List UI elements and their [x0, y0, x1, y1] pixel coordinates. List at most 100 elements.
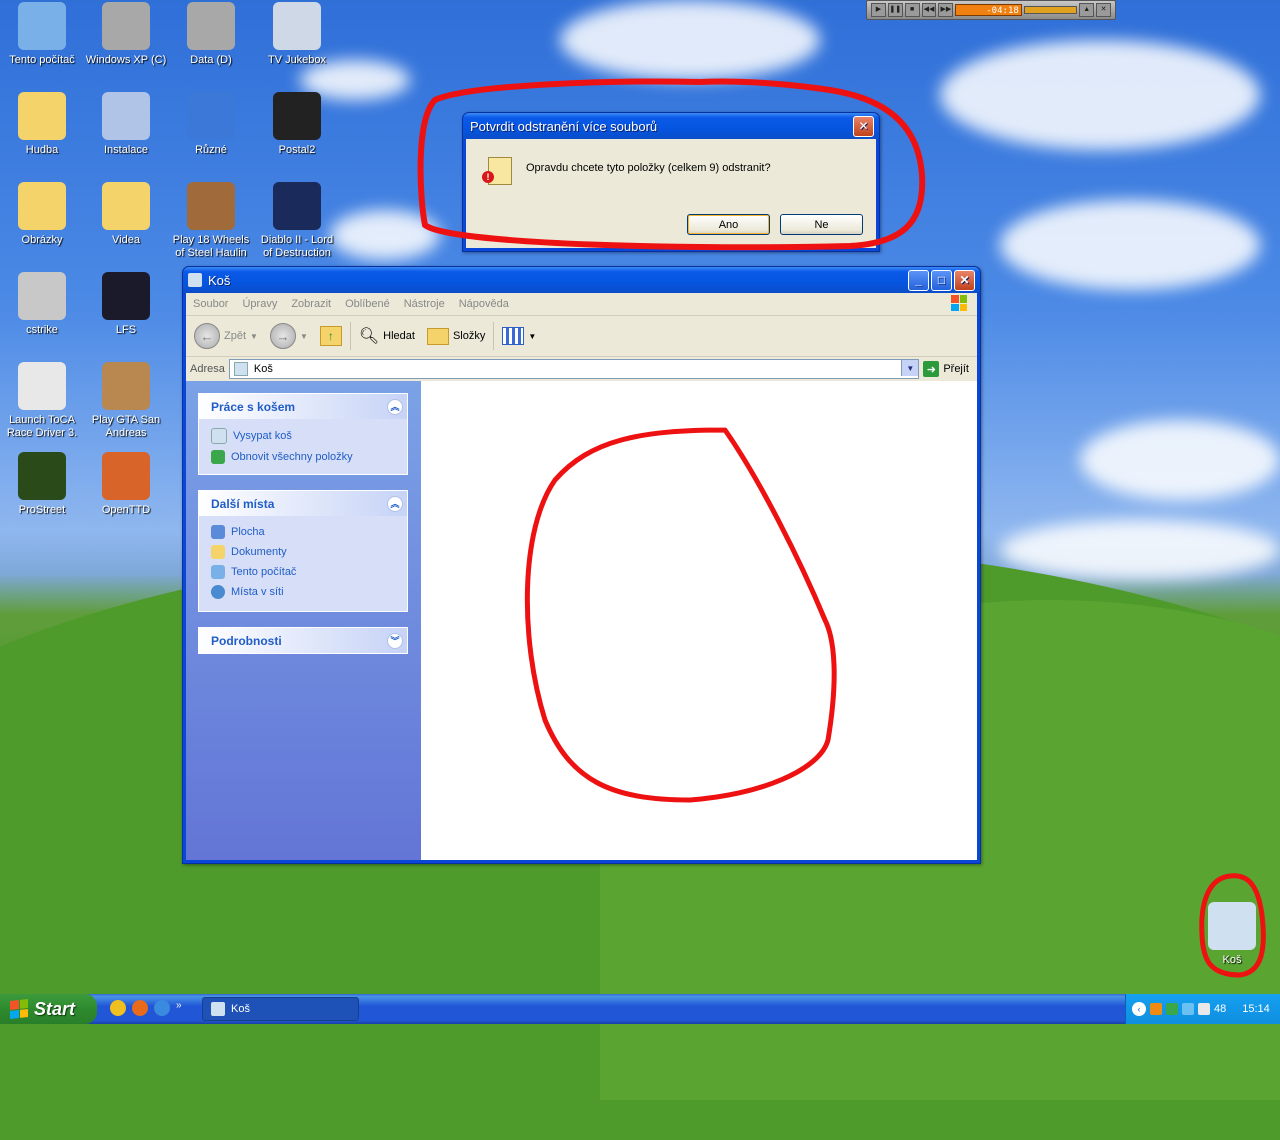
panel-header[interactable]: Další místa ︽ [199, 491, 407, 516]
network-places-link[interactable]: Místa v síti [199, 582, 407, 602]
play-button-icon[interactable]: ▶ [871, 3, 886, 17]
internet-explorer-icon[interactable] [154, 1000, 170, 1016]
address-input[interactable]: Koš ▼ [228, 359, 920, 379]
panel-header[interactable]: Práce s košem ︽ [199, 394, 407, 419]
network-tray-icon[interactable] [1182, 1003, 1194, 1015]
desktop-icon-help[interactable]: Různé [169, 92, 253, 157]
restore-all-link[interactable]: Obnovit všechny položky [199, 447, 407, 467]
stop-button-icon[interactable]: ■ [904, 3, 920, 17]
folders-button[interactable]: Složky [423, 321, 489, 351]
desktop-icon-video-folder[interactable]: Videa [84, 182, 168, 247]
close-button[interactable]: ✕ [954, 269, 975, 291]
back-label: Zpět [224, 330, 247, 342]
desktop-icon [211, 525, 225, 539]
back-arrow-icon: ← [194, 323, 220, 349]
maximize-button[interactable]: □ [931, 269, 952, 291]
desktop-icon-label: Instalace [103, 144, 149, 156]
firefox-icon[interactable] [132, 1000, 148, 1016]
menu-favorites[interactable]: Oblíbené [338, 298, 397, 310]
chevron-right-icon[interactable]: » [176, 1000, 182, 1016]
desktop-icon-label: Videa [112, 234, 140, 246]
close-button[interactable]: ✕ [853, 115, 874, 137]
confirm-delete-dialog[interactable]: Potvrdit odstranění více souborů ✕ ! Opr… [462, 112, 880, 252]
media-player-bar[interactable]: ▶ ❚❚ ■ ◀◀ ▶▶ -04:18 ▲ ✕ [866, 0, 1116, 20]
desktop-icon-hard-drive[interactable]: Data (D) [169, 2, 253, 67]
search-icon: 🔍︎ [358, 328, 380, 345]
chevron-left-icon[interactable]: ‹ [1132, 1002, 1146, 1016]
desktop-icon-gta[interactable]: Play GTA San Andreas [84, 362, 168, 440]
up-folder-button[interactable]: ↑ [316, 321, 346, 351]
desktop-icon-prostreet[interactable]: ProStreet [0, 452, 84, 517]
file-list-area[interactable] [421, 381, 977, 860]
desktop-icon-hard-drive[interactable]: Windows XP (C) [84, 2, 168, 67]
desktop-icon-label: Play GTA San Andreas [91, 414, 161, 439]
desktop-icon-tv[interactable]: TV Jukebox [255, 2, 339, 67]
desktop-icon-toca[interactable]: Launch ToCA Race Driver 3. [0, 362, 84, 440]
go-button[interactable]: ➜ Přejít [923, 361, 977, 377]
desktop-link[interactable]: Plocha [199, 522, 407, 542]
taskbar-item-recycle-bin[interactable]: Koš [202, 997, 359, 1021]
media-tray-icon[interactable] [1150, 1003, 1162, 1015]
menu-tools[interactable]: Nástroje [397, 298, 452, 310]
desktop-icon-label: Koš [1222, 954, 1242, 966]
recycle-bin-window[interactable]: Koš _ □ ✕ Soubor Úpravy Zobrazit Oblíben… [182, 266, 981, 864]
desktop-icon-setup[interactable]: Instalace [84, 92, 168, 157]
collapse-icon[interactable]: ︽ [387, 398, 403, 415]
desktop-icon-label: Tento počítač [9, 54, 75, 66]
close-icon[interactable]: ✕ [1096, 3, 1111, 17]
desktop-icon-my-computer[interactable]: Tento počítač [0, 2, 84, 67]
desktop-icon-recycle-bin[interactable]: Koš [1190, 902, 1274, 967]
eject-button-icon[interactable]: ▲ [1079, 3, 1095, 17]
documents-link[interactable]: Dokumenty [199, 542, 407, 562]
recycle-bin-icon [211, 1002, 225, 1016]
menu-help[interactable]: Nápověda [452, 298, 516, 310]
delete-files-icon: ! [482, 155, 512, 185]
desktop-icon-label: Hudba [25, 144, 59, 156]
desktop-icon-counter-strike[interactable]: cstrike [0, 272, 84, 337]
desktop-icon-music-folder[interactable]: Hudba [0, 92, 84, 157]
volume-icon[interactable] [1198, 1003, 1210, 1015]
chevron-down-icon[interactable]: ▼ [901, 360, 919, 376]
forward-button[interactable]: → ▼ [266, 321, 312, 351]
recycle-bin-icon [1208, 902, 1256, 950]
my-computer-link[interactable]: Tento počítač [199, 562, 407, 582]
chevron-down-icon[interactable]: ▼ [250, 332, 258, 341]
expand-icon[interactable]: ︾ [387, 632, 403, 649]
desktop-icon-openttd[interactable]: OpenTTD [84, 452, 168, 517]
desktop-icon-diablo[interactable]: Diablo II - Lord of Destruction [255, 182, 339, 260]
empty-recycle-bin-link[interactable]: Vysypat koš [199, 425, 407, 447]
restore-icon [211, 450, 225, 464]
dialog-titlebar[interactable]: Potvrdit odstranění více souborů ✕ [463, 113, 879, 139]
security-tray-icon[interactable] [1166, 1003, 1178, 1015]
start-button[interactable]: Start [0, 994, 97, 1024]
desktop-icon-postal2[interactable]: Postal2 [255, 92, 339, 157]
yes-button[interactable]: Ano [687, 214, 770, 235]
chevron-down-icon[interactable]: ▼ [300, 332, 308, 341]
desktop-icon-lfs[interactable]: LFS [84, 272, 168, 337]
aim-icon[interactable] [110, 1000, 126, 1016]
menu-file[interactable]: Soubor [186, 298, 235, 310]
no-button[interactable]: Ne [780, 214, 863, 235]
link-label: Dokumenty [231, 546, 287, 558]
next-button-icon[interactable]: ▶▶ [938, 3, 954, 17]
volume-slider[interactable] [1023, 6, 1078, 14]
dialog-title: Potvrdit odstranění více souborů [470, 118, 658, 134]
minimize-button[interactable]: _ [908, 269, 929, 291]
details-panel: Podrobnosti ︾ [198, 627, 408, 654]
views-button[interactable]: ▼ [498, 321, 540, 351]
prev-button-icon[interactable]: ◀◀ [921, 3, 937, 17]
window-titlebar[interactable]: Koš _ □ ✕ [183, 267, 980, 293]
task-pane: Práce s košem ︽ Vysypat koš Obnovit všec… [186, 381, 421, 860]
collapse-icon[interactable]: ︽ [387, 495, 403, 512]
search-button[interactable]: 🔍︎ Hledat [355, 321, 419, 351]
address-value: Koš [253, 363, 273, 375]
window-title: Koš [208, 272, 231, 288]
desktop-icon-truck-game[interactable]: Play 18 Wheels of Steel Haulin [169, 182, 253, 260]
back-button[interactable]: ← Zpět ▼ [190, 321, 262, 351]
panel-header[interactable]: Podrobnosti ︾ [199, 628, 407, 653]
menu-view[interactable]: Zobrazit [284, 298, 338, 310]
menu-edit[interactable]: Úpravy [235, 298, 284, 310]
windows-logo-icon [10, 999, 28, 1019]
desktop-icon-pictures-folder[interactable]: Obrázky [0, 182, 84, 247]
pause-button-icon[interactable]: ❚❚ [887, 3, 903, 17]
